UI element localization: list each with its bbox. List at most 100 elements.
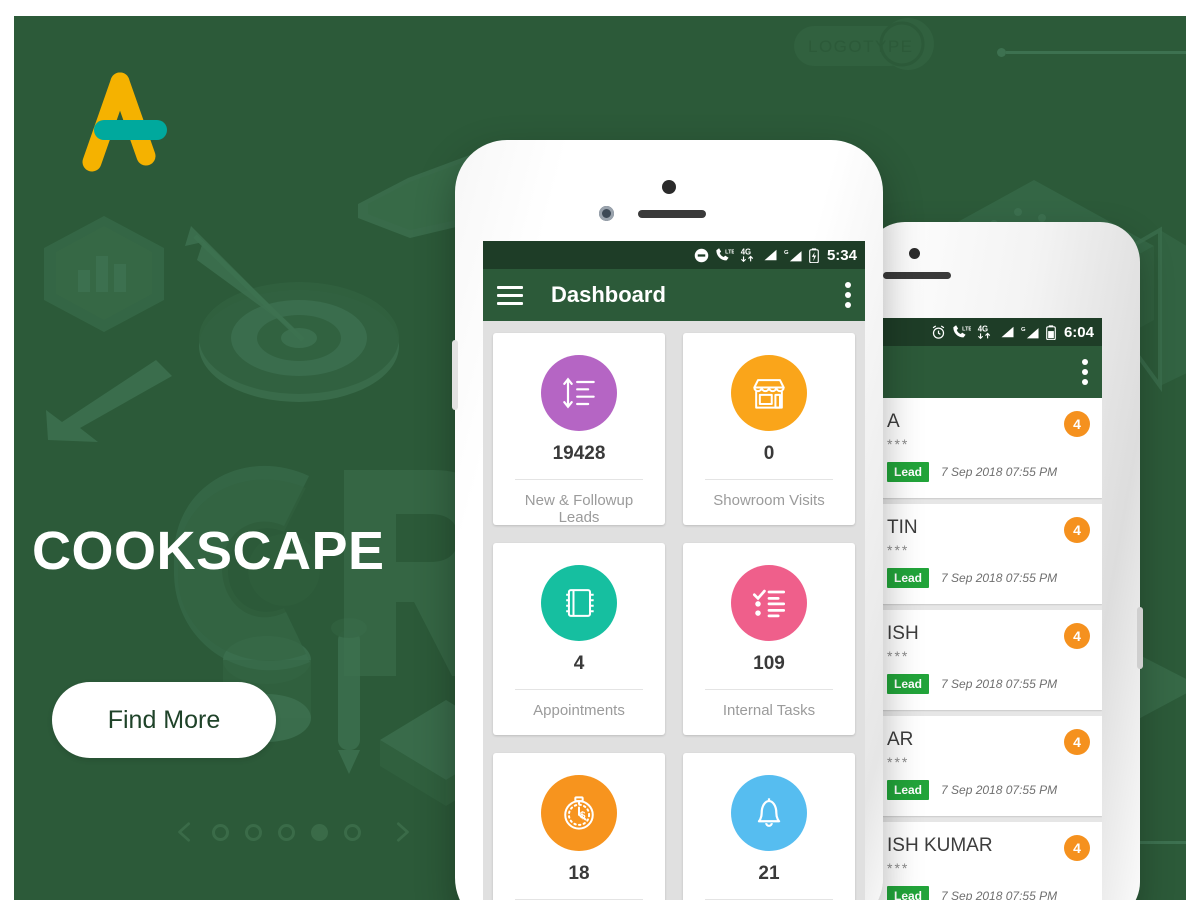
checklist-icon (731, 565, 807, 641)
dashboard-card-appointments[interactable]: 4 Appointments (493, 543, 665, 735)
lead-count-badge: 4 (1064, 729, 1090, 755)
svg-text:LTE: LTE (725, 250, 734, 256)
decor-arrow-left-icon (46, 360, 172, 442)
decor-line-dot-top (997, 48, 1186, 57)
card-value: 21 (758, 863, 780, 884)
svg-text:LTE: LTE (962, 327, 971, 333)
carousel-dot-2[interactable] (245, 823, 262, 841)
carousel-dot-1[interactable] (212, 823, 229, 841)
carousel-dot-5[interactable] (344, 823, 361, 841)
list-item[interactable]: ISH *** Lead 7 Sep 2018 07:55 PM 4 (873, 610, 1102, 710)
lead-count-badge: 4 (1064, 623, 1090, 649)
chevron-right-icon[interactable] (391, 821, 413, 843)
lead-count-badge: 4 (1064, 517, 1090, 543)
list-item[interactable]: ISH KUMAR *** Lead 7 Sep 2018 07:55 PM 4 (873, 822, 1102, 900)
dashboard-card-showroom[interactable]: 0 Showroom Visits (683, 333, 855, 525)
carousel-dot-4[interactable] (311, 823, 328, 841)
card-value: 19428 (552, 443, 606, 464)
svg-text:G: G (1021, 327, 1026, 333)
phone-sensor (909, 248, 920, 259)
status-badge: Lead (887, 568, 930, 588)
phone-mockup-dashboard: LTE 4G G (452, 140, 883, 900)
lead-date: 7 Sep 2018 07:55 PM (941, 889, 1058, 900)
lead-name: A (887, 411, 900, 432)
phone-speaker (883, 272, 951, 279)
alarm-clock-icon (931, 325, 946, 340)
card-divider (515, 479, 643, 480)
chevron-left-icon[interactable] (174, 821, 196, 843)
dashboard-grid: 19428 New & Followup Leads 0 Showroom Vi… (483, 321, 865, 900)
status-time: 6:04 (1063, 323, 1094, 341)
phone-speaker (638, 210, 706, 218)
lead-stars: *** (887, 542, 910, 558)
lead-name: TIN (887, 517, 918, 538)
card-divider (515, 689, 643, 690)
status-time: 5:34 (826, 246, 857, 264)
svg-text:LOGOTYPE: LOGOTYPE (808, 37, 914, 56)
find-more-button[interactable]: Find More (52, 682, 276, 758)
app-bar: Dashboard (483, 269, 865, 321)
page-title: Dashboard (551, 282, 666, 307)
card-divider (705, 689, 833, 690)
lead-stars: *** (887, 436, 910, 452)
lead-count-badge: 4 (1064, 835, 1090, 861)
logotype-watermark: LOGOTYPE (794, 18, 934, 70)
phone-volume-button[interactable] (452, 340, 458, 410)
lead-stars: *** (887, 648, 910, 664)
svg-text:4G: 4G (741, 247, 751, 256)
bell-icon (731, 775, 807, 851)
card-label: New & Followup Leads (524, 492, 634, 526)
front-camera (599, 206, 614, 221)
list-item[interactable]: TIN *** Lead 7 Sep 2018 07:55 PM 4 (873, 504, 1102, 604)
decor-pin-icon (331, 618, 367, 774)
card-value: 4 (573, 653, 585, 674)
do-not-disturb-icon (694, 248, 709, 263)
kebab-menu-icon[interactable] (845, 282, 851, 308)
4g-data-icon: 4G (977, 324, 994, 340)
signal-bars-icon (1000, 325, 1015, 339)
list-item[interactable]: AR *** Lead 7 Sep 2018 07:55 PM 4 (873, 716, 1102, 816)
lead-count-badge: 4 (1064, 411, 1090, 437)
carousel-dot-3[interactable] (278, 823, 295, 841)
phone-sensor (662, 180, 676, 194)
card-label: Internal Tasks (722, 702, 816, 719)
phone-lte-icon: LTE (952, 325, 971, 339)
phone-screen: LTE 4G G (873, 318, 1102, 900)
svg-text:G: G (784, 250, 789, 256)
card-label: Showroom Visits (713, 492, 825, 509)
dashboard-card-leads[interactable]: 19428 New & Followup Leads (493, 333, 665, 526)
svg-text:$: $ (580, 811, 586, 822)
app-bar (873, 346, 1102, 398)
screenshot-root: LOGOTYPE COOKSCAPE Find More LT 4G G 6:0… (0, 0, 1200, 900)
lead-date: 7 Sep 2018 07:55 PM (941, 677, 1058, 691)
phone-mockup-leads: LTE 4G G (865, 222, 1143, 900)
card-label: Appointments (533, 702, 625, 719)
dashboard-card-internal-tasks[interactable]: 109 Internal Tasks (683, 543, 855, 735)
svg-text:4G: 4G (978, 324, 988, 333)
status-badge: Lead (887, 780, 930, 800)
status-bar: LTE 4G G (873, 318, 1102, 346)
status-badge: Lead (887, 462, 930, 482)
dashboard-card-notifications[interactable]: 21 (683, 753, 855, 900)
kebab-menu-icon[interactable] (1082, 359, 1088, 385)
hamburger-menu-icon[interactable] (497, 285, 523, 305)
list-item[interactable]: A *** Lead 7 Sep 2018 07:55 PM 4 (873, 398, 1102, 498)
app-logo (82, 72, 167, 172)
dashboard-card-pending-payments[interactable]: $ 18 (493, 753, 665, 900)
card-divider (705, 479, 833, 480)
lead-name: ISH KUMAR (887, 835, 993, 856)
status-bar: LTE 4G G (483, 241, 865, 269)
card-value: 0 (763, 443, 775, 464)
status-badge: Lead (887, 886, 930, 900)
phone-power-button[interactable] (1137, 607, 1143, 669)
lead-date: 7 Sep 2018 07:55 PM (941, 783, 1058, 797)
g-signal-icon: G (784, 248, 803, 263)
phone-screen: LTE 4G G (483, 241, 865, 900)
decor-target-arrow-icon (185, 226, 399, 402)
lead-name: ISH (887, 623, 919, 644)
store-icon (731, 355, 807, 431)
lead-stars: *** (887, 754, 910, 770)
carousel-controls[interactable] (174, 821, 413, 843)
g-signal-icon: G (1021, 325, 1040, 340)
promo-banner: LOGOTYPE COOKSCAPE Find More LT 4G G 6:0… (14, 16, 1186, 900)
